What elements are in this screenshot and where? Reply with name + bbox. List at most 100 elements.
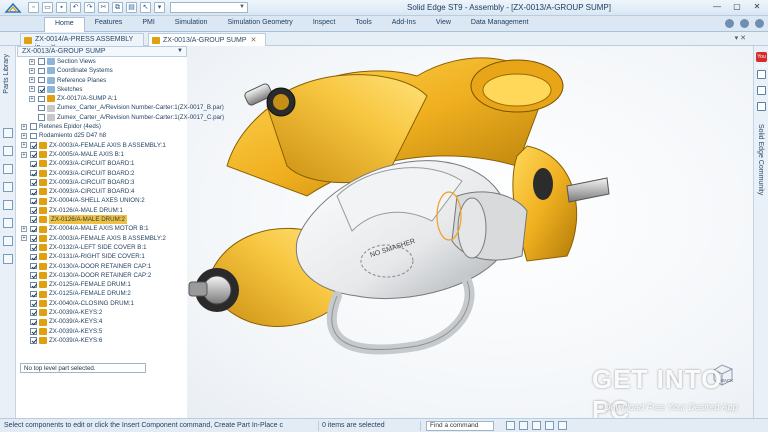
new-icon[interactable]: ▫ (28, 2, 39, 13)
ribbon-tab-simulation[interactable]: Simulation (165, 17, 218, 32)
tree-row[interactable]: Zumex_Carter_A/Revision Number-Carter:1(… (17, 103, 224, 112)
properties-icon[interactable] (3, 182, 13, 192)
tree-row[interactable]: + ZX-0005/A-MALE AXIS B:1 (17, 150, 187, 159)
visibility-checkbox[interactable] (38, 67, 45, 75)
visibility-checkbox[interactable] (30, 179, 37, 186)
close-button[interactable]: ✕ (750, 1, 764, 13)
visibility-checkbox[interactable] (30, 188, 37, 196)
views-icon[interactable] (3, 254, 13, 264)
expand-icon[interactable]: + (21, 132, 27, 139)
visibility-checkbox[interactable] (30, 142, 37, 149)
fit-icon[interactable] (532, 421, 541, 430)
tree-row[interactable]: + Reference Planes (17, 76, 187, 85)
ribbon-tab-features[interactable]: Features (85, 17, 133, 32)
tree-row[interactable]: ZX-0093/A-CIRCUIT BOARD:2 (17, 169, 187, 178)
ribbon-tab-home[interactable]: Home (44, 17, 85, 32)
assembly-model[interactable]: NO SMASHER (187, 46, 753, 418)
expand-icon[interactable]: + (21, 225, 27, 232)
tree-row[interactable]: ZX-0039/A-KEYS:4 (17, 317, 187, 326)
tree-row[interactable]: ZX-0131/A-RIGHT SIDE COVER:1 (17, 252, 187, 261)
layers-icon[interactable] (3, 146, 13, 156)
sensors-icon[interactable] (3, 200, 13, 210)
visibility-checkbox[interactable] (30, 253, 37, 261)
visibility-checkbox[interactable] (30, 132, 37, 140)
grid-icon[interactable] (3, 236, 13, 246)
tree-row[interactable]: ZX-0040/A-CLOSING DRUM:1 (17, 299, 187, 308)
visibility-checkbox[interactable] (30, 328, 37, 335)
visibility-checkbox[interactable] (30, 244, 37, 251)
visibility-checkbox[interactable] (30, 290, 37, 298)
ribbon-tab-simulation-geometry[interactable]: Simulation Geometry (217, 17, 302, 32)
tree-row[interactable]: + ZX-0017/A-SUMP A:1 (17, 94, 187, 103)
pathfinder-header[interactable]: ZX-0013/A-GROUP SUMP ▼ (17, 46, 187, 57)
expand-icon[interactable]: + (29, 58, 35, 65)
tree-row[interactable]: + Coordinate Systems (17, 66, 187, 75)
visibility-checkbox[interactable] (38, 58, 45, 65)
tree-row[interactable]: ZX-0126/A-MALE DRUM:1 (17, 206, 187, 215)
tree-row[interactable]: ZX-0132/A-LEFT SIDE COVER B:1 (17, 243, 187, 252)
visibility-checkbox[interactable] (30, 123, 37, 130)
chevron-down-icon[interactable]: ▼ (177, 48, 183, 54)
visibility-checkbox[interactable] (30, 151, 37, 158)
visibility-checkbox[interactable] (30, 309, 37, 316)
ribbon-tab-pmi[interactable]: PMI (132, 17, 164, 32)
ribbon-tab-tools[interactable]: Tools (345, 17, 381, 32)
tree-row[interactable]: ZX-0039/A-KEYS:5 (17, 327, 187, 336)
help-icon[interactable] (725, 19, 734, 28)
tree-row[interactable]: + Section Views (17, 57, 187, 66)
tree-row[interactable]: ZX-0130/A-DOOR RETAINER CAP:1 (17, 262, 187, 271)
visibility-checkbox[interactable] (38, 86, 45, 93)
features-icon[interactable] (3, 164, 13, 174)
tree-row[interactable]: ZX-0130/A-DOOR RETAINER CAP:2 (17, 271, 187, 280)
reports-icon[interactable] (3, 218, 13, 228)
visibility-checkbox[interactable] (30, 272, 37, 279)
visibility-checkbox[interactable] (30, 216, 37, 223)
expand-icon[interactable]: + (21, 235, 27, 242)
redo-icon[interactable]: ↷ (84, 2, 95, 13)
tree-row[interactable]: + Rodamiento d25 D47 h8 (17, 131, 187, 140)
expand-icon[interactable]: + (29, 67, 35, 74)
maximize-button[interactable]: ▢ (730, 1, 744, 13)
pan-icon[interactable] (545, 421, 554, 430)
cut-icon[interactable]: ✂ (98, 2, 109, 13)
expand-icon[interactable]: + (29, 86, 35, 93)
undo-icon[interactable]: ↶ (70, 2, 81, 13)
tree-row[interactable]: ZX-0125/A-FEMALE DRUM:1 (17, 280, 187, 289)
visibility-checkbox[interactable] (38, 104, 45, 112)
tree-row[interactable]: ZX-0125/A-FEMALE DRUM:2 (17, 289, 187, 298)
visibility-checkbox[interactable] (30, 160, 37, 168)
visibility-checkbox[interactable] (30, 225, 37, 233)
tree-row[interactable]: ZX-0039/A-KEYS:2 (17, 308, 187, 317)
copy-icon[interactable]: ⧉ (112, 2, 123, 13)
close-tab-icon[interactable]: ✕ (251, 37, 257, 44)
visibility-checkbox[interactable] (30, 169, 37, 177)
expand-icon[interactable]: + (29, 77, 35, 84)
pathfinder-icon[interactable] (3, 128, 13, 138)
expand-icon[interactable]: + (29, 95, 35, 102)
select-icon[interactable]: ↖ (140, 2, 151, 13)
visibility-checkbox[interactable] (38, 95, 45, 103)
save-icon[interactable]: ▪ (56, 2, 67, 13)
ribbon-tab-view[interactable]: View (426, 17, 461, 32)
3d-viewport[interactable]: NO SMASHER (187, 46, 753, 418)
settings-icon[interactable] (755, 19, 764, 28)
tree-row[interactable]: ZX-0004/A-SHELL AXES UNION:2 (17, 196, 187, 205)
minimize-button[interactable]: — (710, 1, 724, 13)
solid-edge-community-tab[interactable]: Solid Edge Community (757, 124, 764, 195)
tree-row[interactable]: ZX-0126/A-MALE DRUM:2 (17, 215, 187, 225)
tree-row[interactable]: ZX-0093/A-CIRCUIT BOARD:3 (17, 178, 187, 187)
visibility-checkbox[interactable] (30, 207, 37, 214)
quick-access-combo[interactable]: ▼ (170, 2, 248, 13)
expand-icon[interactable]: + (21, 151, 27, 158)
parts-library-tab[interactable]: Parts Library (3, 54, 10, 94)
document-tab[interactable]: ZX-0014/A-PRESS ASSEMBLY in...✕ (20, 33, 144, 51)
visibility-checkbox[interactable] (30, 300, 37, 307)
tree-row[interactable]: + ZX-0003/A-FEMALE AXIS B ASSEMBLY:1 (17, 141, 187, 150)
tree-row[interactable]: ZX-0093/A-CIRCUIT BOARD:1 (17, 159, 187, 168)
tree-row[interactable]: ZX-0093/A-CIRCUIT BOARD:4 (17, 187, 187, 196)
expand-icon[interactable]: + (21, 123, 27, 130)
visibility-checkbox[interactable] (30, 337, 37, 344)
expand-icon[interactable]: + (21, 142, 27, 149)
doc-tabs-overflow-icon[interactable]: ▾ ✕ (735, 34, 746, 42)
command-finder-input[interactable]: Find a command (426, 421, 494, 431)
